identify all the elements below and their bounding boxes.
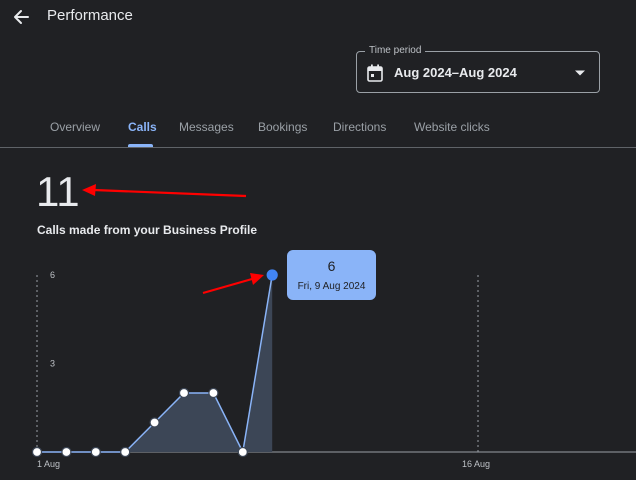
- data-point: [31, 446, 43, 458]
- chart-tooltip: 6 Fri, 9 Aug 2024: [287, 250, 376, 300]
- time-period-label: Time period: [365, 44, 426, 58]
- tab-calls[interactable]: Calls: [128, 120, 157, 134]
- metric-description: Calls made from your Business Profile: [37, 223, 258, 237]
- page-title: Performance: [47, 7, 133, 24]
- y-tick-label: 3: [50, 359, 55, 369]
- data-point: [61, 446, 72, 458]
- tab-directions[interactable]: Directions: [333, 120, 386, 134]
- dropdown-arrow-icon: [575, 70, 585, 76]
- data-point: [237, 446, 248, 458]
- metric-value: 11: [36, 168, 80, 215]
- calendar-icon: [367, 64, 383, 82]
- tooltip-value: 6: [327, 258, 336, 274]
- x-tick-label: 1 Aug: [37, 459, 60, 469]
- tab-bookings[interactable]: Bookings: [258, 120, 307, 134]
- y-tick-label: 6: [50, 270, 55, 280]
- x-tick-label: 16 Aug: [462, 459, 490, 469]
- data-point: [178, 387, 190, 399]
- tab-messages[interactable]: Messages: [179, 120, 234, 134]
- data-point-highlighted: [266, 269, 278, 281]
- tooltip-date: Fri, 9 Aug 2024: [297, 281, 366, 292]
- tab-overview[interactable]: Overview: [50, 120, 100, 134]
- data-point: [90, 446, 101, 458]
- annotation-arrow-metric: [82, 184, 247, 198]
- tab-website-clicks[interactable]: Website clicks: [414, 120, 490, 134]
- data-point: [208, 387, 219, 399]
- data-point: [149, 417, 160, 428]
- back-button[interactable]: [8, 6, 36, 28]
- arrow-back-icon: [14, 10, 29, 24]
- time-period-select[interactable]: Time period Aug 2024–Aug 2024: [356, 44, 600, 93]
- tabs-divider: [0, 147, 636, 148]
- time-period-value: Aug 2024–Aug 2024: [394, 65, 517, 80]
- data-point: [120, 446, 131, 458]
